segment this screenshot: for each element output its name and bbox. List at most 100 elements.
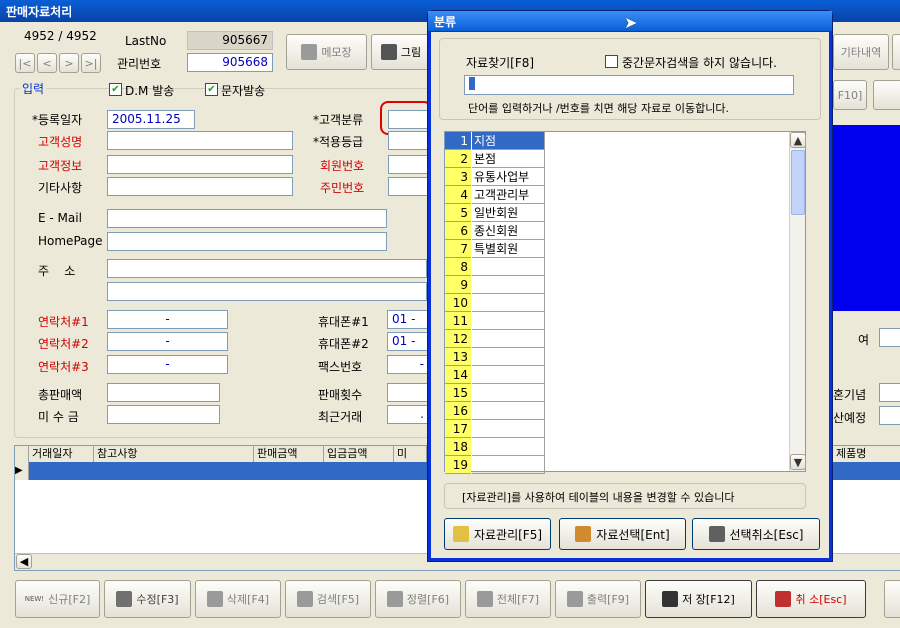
history-button[interactable]: 기타내역 — [833, 34, 889, 70]
extra-button[interactable] — [892, 34, 900, 70]
email-field[interactable] — [107, 209, 387, 228]
unpaid-field[interactable] — [107, 405, 220, 424]
edit-button[interactable]: 수정[F3] — [104, 580, 191, 618]
all-button[interactable]: 전체[F7] — [465, 580, 551, 618]
col-header-product[interactable]: 제품명 — [833, 446, 900, 462]
cust-info-field[interactable] — [107, 155, 293, 174]
side-tool-button[interactable] — [873, 80, 900, 110]
category-grid[interactable]: 1 지점 2 본점 3 유통사업부 4 고객관리부 5 일반회원 6 종신회원 7 특별회원 8 9 10 11 1… — [444, 131, 806, 474]
right-field-1[interactable] — [879, 328, 900, 347]
extra-bottom-button[interactable] — [884, 580, 900, 618]
mobile2-field[interactable]: 01 - — [387, 332, 429, 351]
member-no-field[interactable] — [388, 155, 428, 174]
right-label-1: 여 — [858, 333, 870, 347]
row-value[interactable] — [472, 420, 545, 438]
sale-count-field[interactable] — [387, 383, 429, 402]
memo-button[interactable]: 메모장 — [286, 34, 367, 70]
etc-field[interactable] — [107, 177, 293, 196]
picture-icon — [380, 44, 397, 60]
row-value[interactable]: 지점 — [472, 132, 545, 150]
manage-data-label: 자료관리[F5] — [473, 527, 543, 542]
select-data-button[interactable]: 자료선택[Ent] — [559, 518, 686, 550]
contact1-field[interactable]: - — [107, 310, 228, 329]
first-record-button[interactable]: |< — [15, 53, 35, 73]
new-icon: NEW! — [24, 595, 45, 603]
prev-record-button[interactable]: < — [37, 53, 57, 73]
scroll-down-button[interactable]: ▼ — [790, 454, 806, 470]
last-record-button[interactable]: >| — [81, 53, 101, 73]
contact2-field[interactable]: - — [107, 332, 228, 351]
apply-grade-field[interactable] — [388, 131, 428, 150]
resident-no-field[interactable] — [388, 177, 428, 196]
delete-button[interactable]: 삭제[F4] — [195, 580, 281, 618]
input-section-label: 입력 — [20, 80, 47, 97]
address-field-1[interactable] — [107, 259, 427, 278]
row-value[interactable] — [472, 294, 545, 312]
row-value[interactable]: 일반회원 — [472, 204, 545, 222]
sms-label: 문자발송 — [221, 84, 266, 98]
cancel-select-button[interactable]: 선택취소[Esc] — [692, 518, 820, 550]
save-button[interactable]: 저 장[F12] — [645, 580, 752, 618]
col-header-date[interactable]: 거래일자 — [29, 446, 94, 462]
row-value[interactable] — [472, 366, 545, 384]
search-icon — [296, 591, 313, 607]
fax-field[interactable]: - — [387, 355, 429, 374]
row-number: 19 — [445, 456, 471, 474]
row-value[interactable] — [472, 384, 545, 402]
scroll-thumb[interactable] — [791, 150, 805, 215]
print-button[interactable]: 출력[F9] — [555, 580, 641, 618]
right-field-2[interactable] — [879, 383, 900, 402]
picture-button[interactable]: 그림 — [371, 34, 431, 70]
cancel-button[interactable]: 취 소[Esc] — [756, 580, 866, 618]
sort-icon — [386, 591, 403, 607]
scroll-left-button[interactable]: ◀ — [16, 554, 32, 569]
mgmt-value[interactable]: 905668 — [187, 53, 273, 72]
f10-button[interactable]: F10] — [833, 80, 867, 110]
row-value[interactable]: 고객관리부 — [472, 186, 545, 204]
row-value[interactable] — [472, 276, 545, 294]
row-value[interactable]: 유통사업부 — [472, 168, 545, 186]
row-value[interactable] — [472, 456, 545, 474]
edit-label: 수정[F3] — [136, 593, 179, 606]
col-header-note[interactable]: 참고사항 — [94, 446, 254, 462]
row-value[interactable]: 특별회원 — [472, 240, 545, 258]
lastno-value: 905667 — [187, 31, 273, 50]
search-button[interactable]: 검색[F5] — [285, 580, 371, 618]
col-header-unpaid[interactable]: 미 — [394, 446, 427, 462]
row-number: 15 — [445, 384, 471, 402]
grid-vscrollbar[interactable]: ▲ ▼ — [789, 132, 806, 471]
reg-date-field[interactable]: 2005.11.25 — [107, 110, 195, 129]
row-value[interactable]: 본점 — [472, 150, 545, 168]
row-value[interactable] — [472, 312, 545, 330]
address-field-2[interactable] — [107, 282, 427, 301]
row-number: 14 — [445, 366, 471, 384]
manage-data-button[interactable]: 자료관리[F5] — [444, 518, 551, 550]
row-value[interactable] — [472, 330, 545, 348]
row-value[interactable] — [472, 402, 545, 420]
address-label: 주 소 — [38, 264, 76, 278]
search-input[interactable] — [464, 75, 794, 95]
next-record-button[interactable]: > — [59, 53, 79, 73]
row-value[interactable]: 종신회원 — [472, 222, 545, 240]
new-button[interactable]: NEW! 신규[F2] — [15, 580, 100, 618]
row-value[interactable] — [472, 348, 545, 366]
homepage-field[interactable] — [107, 232, 387, 251]
delete-label: 삭제[F4] — [226, 593, 270, 606]
cust-name-field[interactable] — [107, 131, 293, 150]
memo-icon — [301, 44, 318, 60]
right-field-3[interactable] — [879, 406, 900, 425]
col-header-deposit[interactable]: 입금금액 — [324, 446, 394, 462]
row-value[interactable] — [472, 438, 545, 456]
col-header-sales[interactable]: 판매금액 — [254, 446, 324, 462]
sms-checkbox[interactable]: ✔ — [205, 83, 218, 96]
recent-trade-field[interactable]: . — [387, 405, 429, 424]
middle-search-checkbox[interactable] — [605, 55, 618, 68]
dm-checkbox[interactable]: ✔ — [109, 83, 122, 96]
sort-button[interactable]: 정렬[F6] — [375, 580, 461, 618]
total-sales-field[interactable] — [107, 383, 220, 402]
row-value[interactable] — [472, 258, 545, 276]
scroll-up-button[interactable]: ▲ — [790, 132, 806, 148]
contact3-field[interactable]: - — [107, 355, 228, 374]
history-label: 기타내역 — [840, 46, 882, 59]
mobile1-field[interactable]: 01 - — [387, 310, 429, 329]
